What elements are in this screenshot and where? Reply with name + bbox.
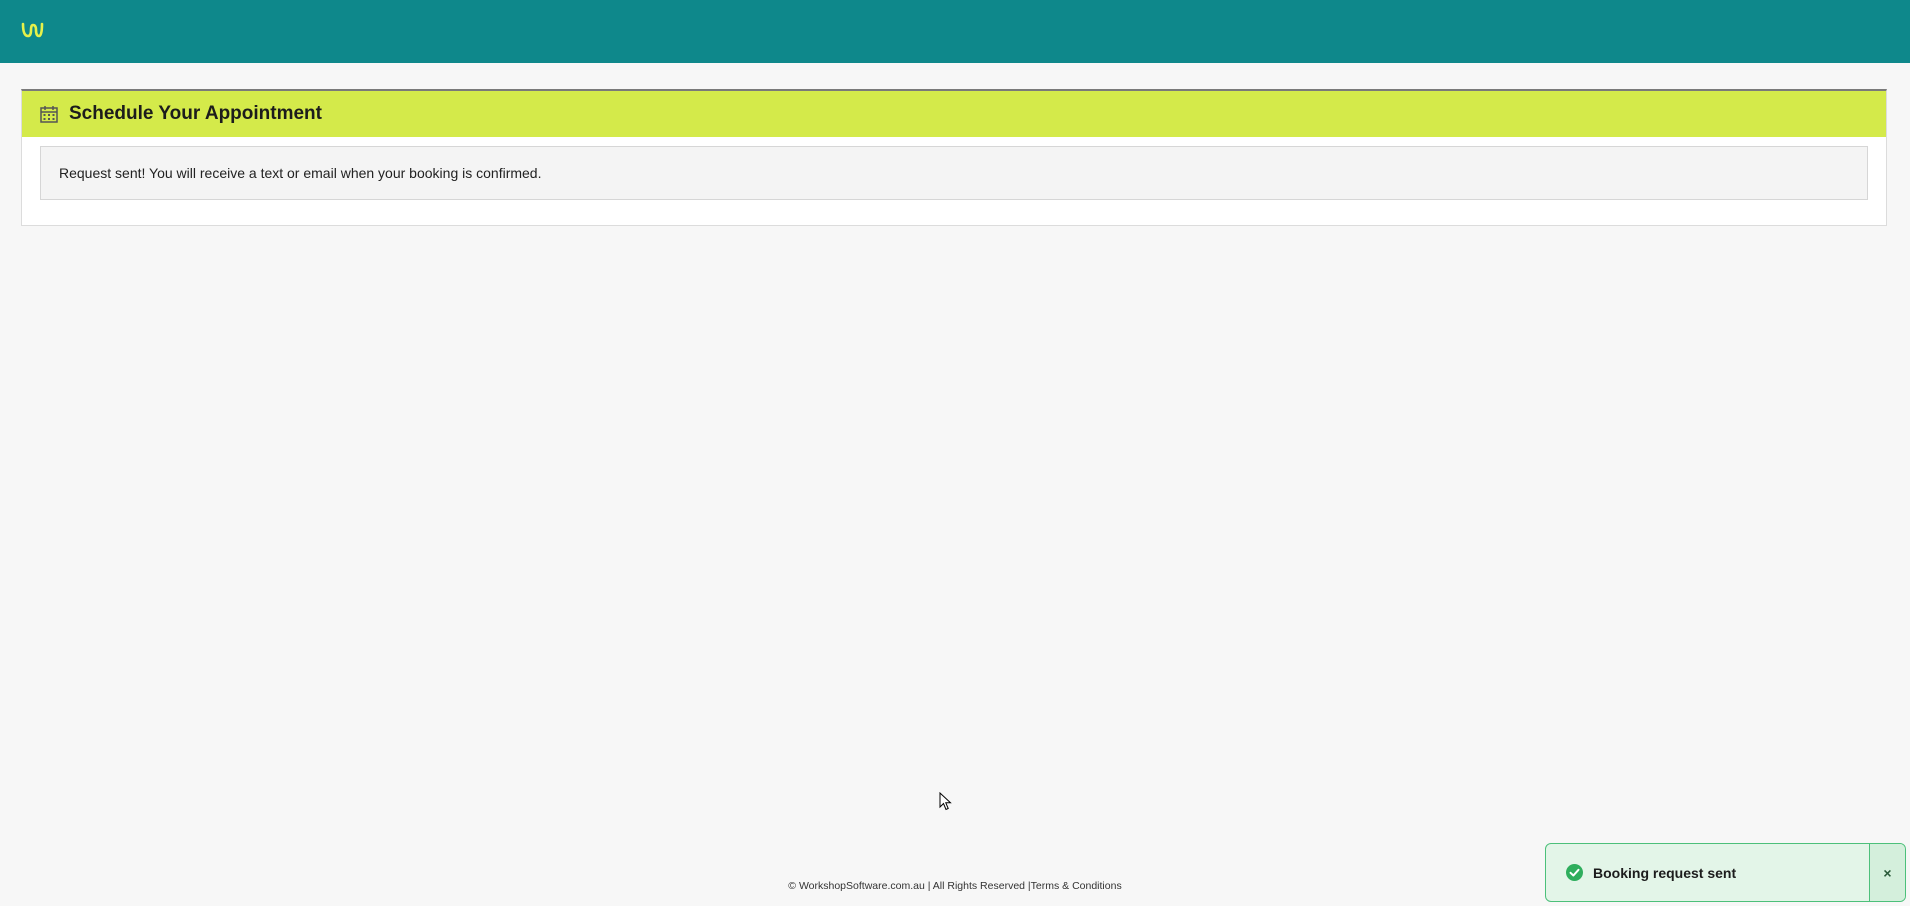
workshop-logo-icon[interactable] bbox=[20, 20, 44, 40]
success-toast: Booking request sent × bbox=[1545, 843, 1906, 902]
calendar-icon bbox=[40, 106, 58, 123]
mouse-pointer-icon bbox=[939, 792, 952, 811]
terms-link[interactable]: Terms & Conditions bbox=[1031, 880, 1122, 892]
panel-header: Schedule Your Appointment bbox=[22, 91, 1886, 137]
appointment-panel: Schedule Your Appointment Request sent! … bbox=[21, 89, 1887, 226]
confirmation-message: Request sent! You will receive a text or… bbox=[40, 146, 1868, 200]
top-navigation-bar bbox=[0, 0, 1910, 63]
check-circle-icon bbox=[1566, 864, 1583, 881]
toast-close-button[interactable]: × bbox=[1869, 844, 1905, 901]
page-title: Schedule Your Appointment bbox=[69, 103, 322, 124]
footer-copyright: © WorkshopSoftware.com.au | All Rights R… bbox=[788, 880, 1031, 892]
toast-message: Booking request sent bbox=[1593, 864, 1737, 881]
